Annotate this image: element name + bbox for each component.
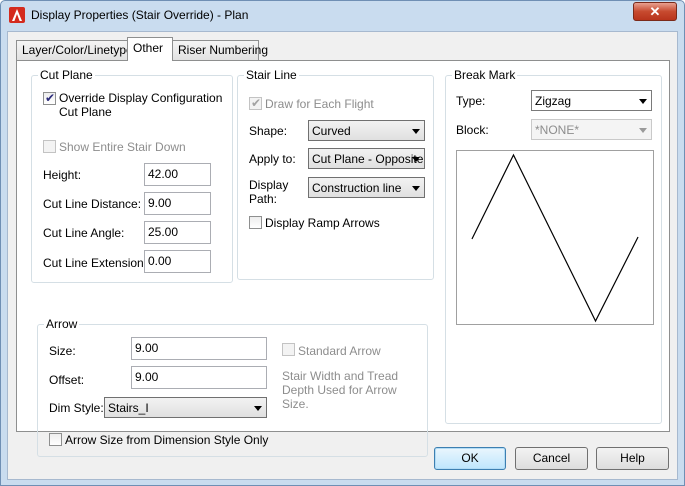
cut-line-angle-input[interactable]: 25.00: [144, 221, 211, 244]
dialog-client-area: Layer/Color/Linetype Other Riser Numberi…: [7, 31, 678, 480]
cut-line-extension-label: Cut Line Extension:: [43, 256, 148, 270]
shape-value: Curved: [312, 124, 351, 138]
zigzag-break-mark-icon: [456, 150, 654, 325]
stair-line-title: Stair Line: [244, 68, 299, 82]
dim-style-label: Dim Style:: [49, 401, 104, 415]
cut-plane-title: Cut Plane: [38, 68, 95, 82]
ok-button[interactable]: OK: [434, 447, 506, 470]
tab-other[interactable]: Other: [127, 37, 173, 61]
cut-line-distance-label: Cut Line Distance:: [43, 197, 142, 211]
chevron-down-icon: [412, 129, 420, 134]
arrow-offset-input[interactable]: 9.00: [131, 366, 267, 389]
close-button[interactable]: ✕: [633, 2, 677, 21]
chevron-down-icon: [254, 406, 262, 411]
check-icon: ✔: [251, 96, 262, 110]
height-input[interactable]: 42.00: [144, 163, 211, 186]
draw-each-flight-label: Draw for Each Flight: [265, 97, 374, 111]
apply-to-value: Cut Plane - Opposite: [312, 152, 424, 166]
dim-style-select[interactable]: Stairs_I: [104, 397, 267, 418]
arrow-size-label: Size:: [49, 344, 76, 358]
autocad-logo-icon: [9, 7, 25, 23]
show-entire-stair-checkbox[interactable]: [43, 140, 56, 153]
standard-arrow-checkbox[interactable]: [282, 343, 295, 356]
display-ramp-arrows-label: Display Ramp Arrows: [265, 216, 380, 230]
show-entire-stair-label: Show Entire Stair Down: [59, 140, 186, 154]
stair-line-group: Stair Line ✔ Draw for Each Flight Shape:…: [237, 68, 434, 280]
arrow-title: Arrow: [44, 317, 80, 331]
chevron-down-icon: [412, 186, 420, 191]
tab-panel-other: Cut Plane ✔ Override Display Configurati…: [16, 60, 670, 457]
override-cut-plane-checkbox[interactable]: ✔: [43, 91, 56, 105]
shape-select[interactable]: Curved: [308, 120, 425, 141]
chevron-down-icon: [639, 128, 647, 133]
display-path-label: Display Path:: [249, 178, 289, 206]
apply-to-select[interactable]: Cut Plane - Opposite: [308, 148, 425, 169]
arrow-size-dim-style-label: Arrow Size from Dimension Style Only: [65, 433, 269, 447]
shape-label: Shape:: [249, 124, 288, 138]
type-label: Type:: [456, 94, 486, 108]
block-label: Block:: [456, 123, 489, 137]
display-ramp-arrows-checkbox[interactable]: [249, 216, 262, 229]
tab-riser-numbering[interactable]: Riser Numbering: [172, 40, 268, 60]
arrow-size-input[interactable]: 9.00: [131, 337, 267, 360]
display-path-select[interactable]: Construction line: [308, 177, 425, 198]
cut-line-distance-input[interactable]: 9.00: [144, 192, 211, 215]
arrow-group: Arrow Size: 9.00 Offset: 9.00 Dim Style:…: [37, 317, 428, 457]
arrow-size-dim-style-checkbox[interactable]: [49, 433, 62, 446]
break-mark-title: Break Mark: [452, 68, 518, 82]
dim-style-value: Stairs_I: [108, 401, 149, 415]
title-bar[interactable]: Display Properties (Stair Override) - Pl…: [1, 1, 684, 29]
check-icon: ✔: [45, 91, 56, 105]
arrow-offset-label: Offset:: [49, 373, 85, 387]
cut-plane-group: Cut Plane ✔ Override Display Configurati…: [31, 68, 233, 283]
cancel-button[interactable]: Cancel: [515, 447, 588, 470]
chevron-down-icon: [639, 99, 647, 104]
block-select[interactable]: *NONE*: [531, 119, 652, 140]
tab-layer-color-linetype[interactable]: Layer/Color/Linetype: [16, 40, 133, 60]
dialog-window: Display Properties (Stair Override) - Pl…: [0, 0, 685, 486]
draw-each-flight-checkbox[interactable]: ✔: [249, 96, 262, 110]
display-path-value: Construction line: [312, 181, 402, 195]
break-type-select[interactable]: Zigzag: [531, 90, 652, 111]
break-type-value: Zigzag: [535, 94, 572, 108]
apply-to-label: Apply to:: [249, 152, 296, 166]
chevron-down-icon: [412, 157, 420, 162]
cut-line-angle-label: Cut Line Angle:: [43, 226, 125, 240]
block-value: *NONE*: [535, 123, 580, 137]
window-title: Display Properties (Stair Override) - Pl…: [31, 8, 249, 22]
arrow-size-note: Stair Width and Tread Depth Used for Arr…: [282, 369, 399, 411]
break-mark-group: Break Mark Type: Zigzag Block: *NONE*: [445, 68, 662, 424]
cut-line-extension-input[interactable]: 0.00: [144, 250, 211, 273]
override-cut-plane-label: Override Display Configuration Cut Plane: [59, 91, 223, 119]
height-label: Height:: [43, 168, 82, 182]
help-button[interactable]: Help: [596, 447, 669, 470]
standard-arrow-label: Standard Arrow: [298, 344, 381, 358]
